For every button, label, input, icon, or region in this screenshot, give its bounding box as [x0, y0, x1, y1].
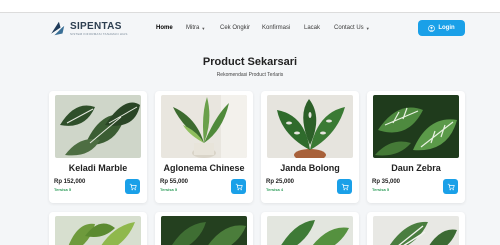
product-name: Daun Zebra: [391, 163, 441, 173]
nav-mitra-label: Mitra: [186, 25, 200, 31]
cart-icon: [129, 183, 137, 190]
product-name: Aglonema Chinese: [163, 163, 245, 173]
product-name: Janda Bolong: [280, 163, 340, 173]
product-price: Rp 35,000: [372, 179, 401, 185]
cart-icon: [447, 183, 455, 190]
product-card[interactable]: Janda Bolong Rp 25,000 Tersisa 4: [261, 91, 359, 203]
nav-home-label: Home: [156, 25, 173, 31]
product-stock: Tersisa 5: [54, 187, 72, 192]
nav-mitra[interactable]: Mitra ▼: [186, 25, 220, 31]
nav-contact-us[interactable]: Contact Us ▼: [334, 25, 370, 31]
product-name: Keladi Marble: [68, 163, 128, 173]
product-image[interactable]: [373, 216, 459, 245]
product-card-partial[interactable]: [49, 212, 147, 245]
brand-name: SIPENTAS: [70, 21, 122, 32]
nav-contact-us-label: Contact Us: [334, 25, 364, 31]
page-title: Product Sekarsari: [202, 56, 298, 68]
brand-tagline: SISTEM INFORMASI TANAMAN HIAS: [70, 32, 128, 36]
browser-top-strip: [0, 0, 500, 13]
product-card[interactable]: Daun Zebra Rp 35,000 Tersisa 5: [367, 91, 465, 203]
add-to-cart-button[interactable]: [337, 179, 352, 194]
product-stock: Tersisa 5: [160, 187, 178, 192]
product-price: Rp 25,000: [266, 179, 295, 185]
leaf-logo-icon: [50, 21, 65, 36]
navbar: SIPENTAS SISTEM INFORMASI TANAMAN HIAS H…: [0, 13, 500, 45]
login-button[interactable]: Login: [418, 20, 465, 36]
product-stock: Tersisa 4: [266, 187, 284, 192]
add-to-cart-button[interactable]: [443, 179, 458, 194]
add-to-cart-button[interactable]: [231, 179, 246, 194]
product-card[interactable]: Keladi Marble Rp 152,000 Tersisa 5: [49, 91, 147, 203]
user-icon: [428, 24, 436, 32]
product-image[interactable]: [55, 95, 141, 158]
product-card-partial[interactable]: [261, 212, 359, 245]
nav-home[interactable]: Home: [156, 25, 186, 31]
nav-konfirmasi-label: Konfirmasi: [262, 25, 291, 31]
chevron-down-icon: ▼: [201, 25, 206, 31]
product-image[interactable]: [373, 95, 459, 158]
login-label: Login: [438, 25, 455, 31]
nav-lacak-label: Lacak: [304, 25, 321, 31]
cart-icon: [341, 183, 349, 190]
product-price: Rp 55,000: [160, 179, 189, 185]
product-price: Rp 152,000: [54, 179, 86, 185]
add-to-cart-button[interactable]: [125, 179, 140, 194]
nav-lacak[interactable]: Lacak: [304, 25, 334, 31]
product-image[interactable]: [55, 216, 141, 245]
product-image[interactable]: [267, 95, 353, 158]
page-viewport: SIPENTAS SISTEM INFORMASI TANAMAN HIAS H…: [0, 13, 500, 245]
product-image[interactable]: [161, 95, 247, 158]
product-stock: Tersisa 5: [372, 187, 390, 192]
product-card[interactable]: Aglonema Chinese Rp 55,000 Tersisa 5: [155, 91, 253, 203]
page-subtitle: Rekomendasi Product Terlaris: [216, 72, 284, 78]
nav-cek-ongkir[interactable]: Cek Ongkir: [220, 25, 262, 31]
nav-cek-ongkir-label: Cek Ongkir: [220, 25, 251, 31]
cart-icon: [235, 183, 243, 190]
brand-logo[interactable]: SIPENTAS SISTEM INFORMASI TANAMAN HIAS: [49, 20, 128, 38]
chevron-down-icon: ▼: [365, 25, 370, 31]
product-card-partial[interactable]: [155, 212, 253, 245]
main-menu: Home Mitra ▼ Cek Ongkir Konfirmasi Lacak …: [156, 25, 370, 31]
nav-konfirmasi[interactable]: Konfirmasi: [262, 25, 304, 31]
product-image[interactable]: [267, 216, 353, 245]
product-card-partial[interactable]: [367, 212, 465, 245]
product-image[interactable]: [161, 216, 247, 245]
